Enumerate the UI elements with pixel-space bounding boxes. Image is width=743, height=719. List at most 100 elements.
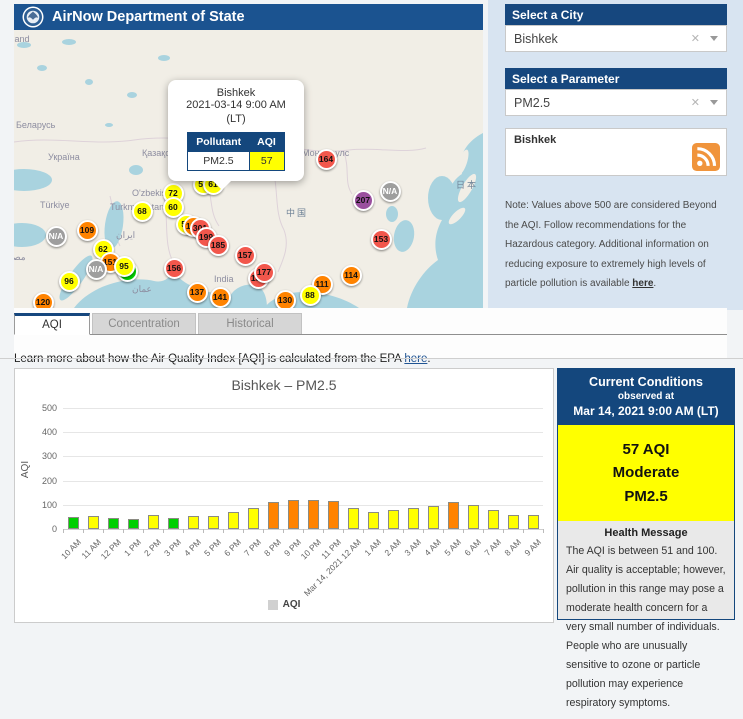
chart-xtick — [83, 529, 84, 533]
aqi-marker[interactable]: 141 — [210, 287, 231, 308]
chart-bar[interactable] — [228, 512, 239, 529]
chart-bar[interactable] — [268, 502, 279, 529]
chart-xtick-label: 8 AM — [502, 537, 523, 558]
cc-current-aqi-block: 57 AQI Moderate PM2.5 — [558, 425, 734, 521]
chart-bar[interactable] — [168, 518, 179, 529]
chart-bar[interactable] — [148, 515, 159, 529]
chart-xtick — [123, 529, 124, 533]
chart-xtick-label: 2 AM — [382, 537, 403, 558]
chart-xtick — [403, 529, 404, 533]
chart-xtick-label: 11 AM — [79, 537, 103, 561]
parameter-select[interactable]: PM2.5 ✕ — [505, 89, 727, 116]
map-popup: Bishkek 2021-03-14 9:00 AM (LT) Pollutan… — [168, 80, 304, 181]
city-select-value: Bishkek — [514, 32, 558, 46]
chart-ytick-label: 100 — [23, 500, 57, 510]
cc-health-title: Health Message — [566, 527, 726, 539]
chart-bar[interactable] — [68, 517, 79, 529]
chart-bar[interactable] — [448, 502, 459, 529]
aqi-marker[interactable]: 114 — [341, 265, 362, 286]
map[interactable]: Bishkek 2021-03-14 9:00 AM (LT) Pollutan… — [14, 30, 483, 308]
aqi-marker[interactable]: 96 — [59, 271, 80, 292]
tab-aqi[interactable]: AQI — [14, 313, 90, 335]
clear-city-icon[interactable]: ✕ — [691, 32, 700, 45]
chevron-down-icon[interactable] — [710, 100, 718, 109]
aqi-marker[interactable]: 153 — [371, 229, 392, 250]
chart-xtick-label: 12 PM — [99, 537, 123, 561]
aqi-marker[interactable]: 60 — [163, 197, 184, 218]
chart-bar[interactable] — [408, 508, 419, 529]
aqi-marker[interactable]: 68 — [132, 201, 153, 222]
map-place-label: Finland — [14, 34, 30, 44]
chart-xtick — [63, 529, 64, 533]
aqi-marker[interactable]: 88 — [300, 285, 321, 306]
popup-aqi-value: 57 — [249, 151, 284, 170]
popup-datetime: 2021-03-14 9:00 AM (LT) — [176, 99, 296, 127]
sidebar: Select a City Bishkek ✕ Select a Paramet… — [488, 0, 743, 310]
chart-xtick-label: 3 PM — [162, 537, 183, 558]
aqi-marker[interactable]: 185 — [208, 235, 229, 256]
app-title: AirNow Department of State — [52, 9, 245, 25]
chart-bar[interactable] — [508, 515, 519, 529]
tab-historical[interactable]: Historical — [198, 313, 302, 334]
chart-bar[interactable] — [308, 500, 319, 529]
aqi-marker[interactable]: 177 — [254, 262, 275, 283]
aqi-marker[interactable]: 157 — [235, 245, 256, 266]
city-select[interactable]: Bishkek ✕ — [505, 25, 727, 52]
chart-xtick-label: 3 AM — [402, 537, 423, 558]
chart-legend[interactable]: AQI — [15, 599, 553, 610]
current-conditions-header: Current Conditions observed at Mar 14, 2… — [558, 369, 734, 425]
aqi-marker[interactable]: 130 — [275, 290, 296, 309]
map-place-label: ایران — [116, 230, 135, 241]
chart-bar[interactable] — [88, 516, 99, 529]
map-place-label: Türkiye — [40, 200, 70, 210]
legend-swatch — [268, 600, 278, 610]
beyond-aqi-note: Note: Values above 500 are considered Be… — [505, 196, 729, 294]
aqi-marker[interactable]: 120 — [33, 292, 54, 309]
chart-bar[interactable] — [108, 518, 119, 529]
chart-bar[interactable] — [188, 516, 199, 529]
cc-health-message: Health Message The AQI is between 51 and… — [558, 521, 734, 719]
chart-bar[interactable] — [348, 508, 359, 529]
aqi-marker[interactable]: N/A — [46, 226, 67, 247]
chart-bar[interactable] — [468, 505, 479, 529]
aqi-marker[interactable]: 109 — [77, 220, 98, 241]
chart-xtick — [503, 529, 504, 533]
chart-bar[interactable] — [248, 508, 259, 529]
popup-col-aqi: AQI — [249, 132, 284, 151]
chart-xtick-label: 8 PM — [262, 537, 283, 558]
aqi-marker[interactable]: 156 — [164, 258, 185, 279]
select-city-header: Select a City — [505, 4, 727, 25]
chart-bar[interactable] — [488, 510, 499, 529]
chart-xtick-label: 4 AM — [422, 537, 443, 558]
note-here-link[interactable]: here — [632, 278, 653, 289]
chart-xtick — [443, 529, 444, 533]
clear-parameter-icon[interactable]: ✕ — [691, 96, 700, 109]
chevron-down-icon[interactable] — [710, 36, 718, 45]
aqi-marker[interactable]: 164 — [316, 149, 337, 170]
map-place-label: 日本 — [456, 178, 478, 191]
tab-concentration[interactable]: Concentration — [92, 313, 196, 334]
map-place-label: 中国 — [286, 206, 308, 219]
aqi-marker[interactable]: N/A — [86, 259, 107, 280]
chart-bar[interactable] — [328, 501, 339, 529]
aqi-marker[interactable]: N/A — [380, 181, 401, 202]
aqi-marker[interactable]: 137 — [187, 282, 208, 303]
chart-xtick-label: 6 AM — [462, 537, 483, 558]
chart-bar[interactable] — [368, 512, 379, 529]
chart-bar[interactable] — [208, 516, 219, 529]
chart-xtick-label: 9 AM — [522, 537, 543, 558]
chart-bar[interactable] — [128, 519, 139, 529]
chart-bar[interactable] — [388, 510, 399, 529]
chart-ytick-label: 200 — [23, 476, 57, 486]
rss-icon[interactable] — [692, 143, 720, 171]
chart-xtick — [463, 529, 464, 533]
chart-bar[interactable] — [428, 506, 439, 529]
aqi-marker[interactable]: 95 — [114, 256, 135, 277]
cc-pollutant: PM2.5 — [562, 485, 730, 508]
chart-xtick — [543, 529, 544, 533]
chart-bar[interactable] — [288, 500, 299, 529]
aqi-marker[interactable]: 207 — [353, 190, 374, 211]
map-place-label: مصر — [14, 252, 26, 263]
chart-xtick-label: 6 PM — [222, 537, 243, 558]
chart-bar[interactable] — [528, 515, 539, 529]
